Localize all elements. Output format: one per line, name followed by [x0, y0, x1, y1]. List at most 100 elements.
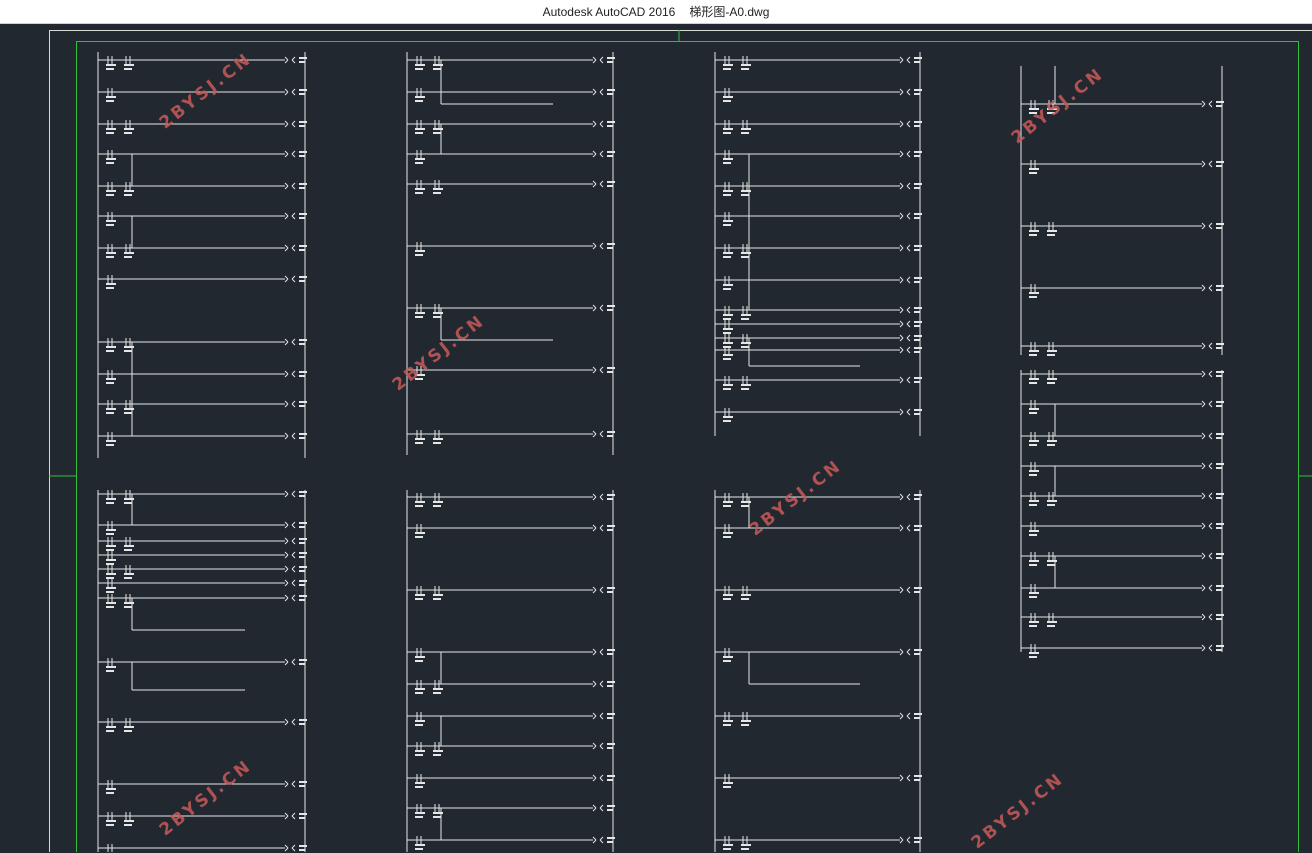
ladder-label-block: [299, 542, 305, 544]
ladder-label-block: [299, 371, 307, 373]
ladder-label-block: [124, 350, 132, 352]
ladder-label-block: [914, 245, 922, 247]
ladder-line: [900, 528, 903, 531]
ladder-label-block: [124, 820, 134, 822]
ladder-label-block: [106, 96, 116, 98]
ladder-label-block: [106, 162, 114, 164]
ladder-line: [1202, 466, 1205, 469]
ladder-label-block: [299, 121, 307, 123]
ladder-label-block: [607, 151, 615, 153]
ladder-line: [593, 652, 596, 655]
ladder-label-block: [607, 775, 615, 777]
ladder-label-block: [607, 681, 615, 683]
ladder-label-block: [415, 782, 425, 784]
ladder-line: [907, 57, 910, 60]
ladder-line: [285, 371, 288, 374]
ladder-line: [907, 350, 910, 353]
ladder-line: [900, 525, 903, 528]
ladder-line: [900, 590, 903, 593]
ladder-label-block: [607, 371, 613, 373]
ladder-line: [285, 845, 288, 848]
ladder-line: [292, 722, 295, 725]
ladder-label-block: [106, 132, 114, 134]
ladder-label-block: [723, 384, 733, 386]
ladder-label-block: [1216, 497, 1222, 499]
ladder-line: [600, 181, 603, 184]
ladder-label-block: [607, 431, 615, 433]
ladder-line: [292, 541, 295, 544]
ladder-label-block: [124, 252, 134, 254]
ladder-line: [593, 778, 596, 781]
ladder-label-block: [106, 670, 114, 672]
ladder-label-block: [723, 598, 731, 600]
ladder-label-block: [607, 93, 613, 95]
ladder-label-block: [124, 606, 132, 608]
ladder-label-block: [607, 837, 615, 839]
ladder-line: [285, 186, 288, 189]
ladder-label-block: [415, 812, 425, 814]
ladder-label-block: [607, 747, 613, 749]
ladder-label-block: [415, 688, 425, 690]
ladder-line: [907, 377, 910, 380]
ladder-label-block: [741, 314, 751, 316]
ladder-line: [285, 525, 288, 528]
ladder-label-block: [1029, 440, 1039, 442]
ladder-label-block: [914, 93, 920, 95]
ladder-label-block: [106, 287, 114, 289]
ladder-line: [285, 57, 288, 60]
ladder-label-block: [106, 730, 114, 732]
ladder-line: [1202, 374, 1205, 377]
ladder-label-block: [106, 545, 116, 547]
ladder-line: [600, 713, 603, 716]
ladder-line: [900, 347, 903, 350]
ladder-label-block: [1029, 656, 1037, 658]
ladder-label-block: [299, 57, 307, 59]
ladder-label-block: [106, 378, 116, 380]
ladder-rungs: [98, 52, 1224, 852]
ladder-label-block: [1216, 105, 1222, 107]
ladder-line: [600, 778, 603, 781]
ladder-label-block: [106, 498, 116, 500]
ladder-label-block: [1216, 649, 1222, 651]
ladder-label-block: [299, 155, 305, 157]
ladder-line: [593, 746, 596, 749]
ladder-line: [285, 659, 288, 662]
ladder-label-block: [741, 384, 751, 386]
ladder-label-block: [1029, 596, 1037, 598]
ladder-line: [900, 154, 903, 157]
ladder-label-block: [1047, 234, 1055, 236]
ladder-label-block: [723, 194, 731, 196]
ladder-line: [285, 494, 288, 497]
ladder-line: [593, 805, 596, 808]
ladder-line: [907, 89, 910, 92]
ladder-line: [907, 652, 910, 655]
ladder-label-block: [106, 283, 116, 285]
ladder-label-block: [1216, 589, 1222, 591]
ladder-line: [1209, 648, 1212, 651]
ladder-label-block: [124, 577, 132, 579]
ladder-line: [593, 684, 596, 687]
drawing-canvas[interactable]: 2BYSJ.CN 2BYSJ.CN 2BYSJ.CN 2BYSJ.CN 2BYS…: [0, 23, 1312, 852]
ladder-label-block: [914, 187, 920, 189]
ladder-label-block: [1216, 347, 1222, 349]
ladder-line: [900, 377, 903, 380]
ladder-line: [907, 587, 910, 590]
ladder-line: [593, 497, 596, 500]
ladder-line: [600, 494, 603, 497]
ladder-label-block: [607, 61, 613, 63]
ladder-line: [292, 92, 295, 95]
ladder-label-block: [106, 256, 114, 258]
ladder-label-block: [299, 556, 305, 558]
ladder-line: [292, 719, 295, 722]
ladder-label-block: [299, 845, 307, 847]
ladder-line: [600, 805, 603, 808]
ladder-line: [900, 335, 903, 338]
ladder-label-block: [433, 192, 441, 194]
ladder-label-block: [1047, 350, 1057, 352]
ladder-label-block: [1029, 504, 1037, 506]
ladder-line: [1209, 466, 1212, 469]
ladder-label-block: [741, 594, 751, 596]
ladder-line: [1209, 523, 1212, 526]
viewport-border: [77, 42, 1299, 853]
ladder-label-block: [415, 96, 425, 98]
